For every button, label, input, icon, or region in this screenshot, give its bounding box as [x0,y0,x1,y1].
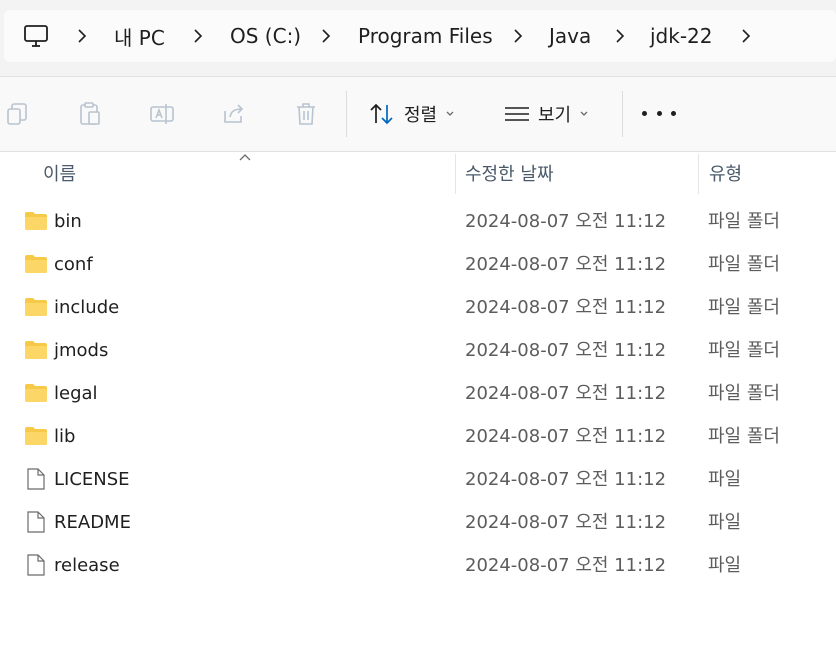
file-name: include [54,297,120,318]
file-type: 파일 폴더 [708,426,780,447]
file-name: bin [54,211,82,232]
chevron-down-icon [446,111,454,116]
command-bar: 정렬 보기 [0,76,836,152]
view-label: 보기 [538,105,572,126]
chevron-right-icon[interactable] [190,28,206,44]
breadcrumb-label: Program Files [358,24,493,48]
breadcrumb-item-os-c[interactable]: OS (C:) [230,10,301,62]
chevron-right-icon[interactable] [510,28,526,44]
file-icon [27,511,45,533]
file-type: 파일 [708,469,742,490]
file-list: bin 2024-08-07 오전 11:12 파일 폴더 conf 2024-… [0,200,836,587]
column-header-name[interactable]: 이름 [43,152,76,194]
file-row[interactable]: jmods 2024-08-07 오전 11:12 파일 폴더 [0,329,836,372]
file-modified: 2024-08-07 오전 11:12 [465,340,667,361]
breadcrumb-item-jdk-22[interactable]: jdk-22 [650,10,713,62]
file-type: 파일 [708,512,742,533]
column-header-label: 유형 [709,164,743,185]
column-header-label: 이름 [43,164,77,185]
file-name: legal [54,383,98,404]
more-icon[interactable] [642,101,676,125]
file-modified: 2024-08-07 오전 11:12 [465,426,667,447]
breadcrumb-item-program-files[interactable]: Program Files [358,10,493,62]
file-row[interactable]: README 2024-08-07 오전 11:12 파일 [0,501,836,544]
toolbar-divider [346,91,347,137]
file-modified: 2024-08-07 오전 11:12 [465,383,667,404]
chevron-right-icon[interactable] [612,28,628,44]
rename-icon[interactable] [149,101,175,127]
file-modified: 2024-08-07 오전 11:12 [465,254,667,275]
chevron-right-icon[interactable] [74,28,90,44]
breadcrumb-label: jdk-22 [650,24,713,48]
breadcrumb-item-java[interactable]: Java [549,10,591,62]
file-modified: 2024-08-07 오전 11:12 [465,211,667,232]
file-type: 파일 폴더 [708,254,780,275]
sort-ascending-icon [239,154,251,161]
folder-icon [25,212,47,230]
paste-icon[interactable] [77,101,103,127]
file-type: 파일 폴더 [708,340,780,361]
chevron-right-icon[interactable] [318,28,334,44]
file-row[interactable]: lib 2024-08-07 오전 11:12 파일 폴더 [0,415,836,458]
file-modified: 2024-08-07 오전 11:12 [465,469,667,490]
file-icon [27,554,45,576]
column-divider[interactable] [455,154,456,194]
breadcrumb-item-this-pc[interactable]: 내 PC [114,10,165,62]
copy-icon[interactable] [5,101,31,127]
file-row[interactable]: release 2024-08-07 오전 11:12 파일 [0,544,836,587]
column-header-label: 수정한 날짜 [465,164,554,185]
folder-icon [25,427,47,445]
file-row[interactable]: include 2024-08-07 오전 11:12 파일 폴더 [0,286,836,329]
folder-icon [25,384,47,402]
sort-label: 정렬 [404,105,438,126]
breadcrumb-label: Java [549,24,592,48]
file-name: conf [54,254,93,275]
share-icon[interactable] [221,101,247,127]
file-row[interactable]: legal 2024-08-07 오전 11:12 파일 폴더 [0,372,836,415]
file-row[interactable]: LICENSE 2024-08-07 오전 11:12 파일 [0,458,836,501]
file-modified: 2024-08-07 오전 11:12 [465,297,667,318]
file-name: lib [54,426,76,447]
file-modified: 2024-08-07 오전 11:12 [465,555,667,576]
file-row[interactable]: bin 2024-08-07 오전 11:12 파일 폴더 [0,200,836,243]
column-header-modified[interactable]: 수정한 날짜 [465,152,554,194]
file-modified: 2024-08-07 오전 11:12 [465,512,667,533]
sort-button[interactable]: 정렬 [368,95,455,133]
file-row[interactable]: conf 2024-08-07 오전 11:12 파일 폴더 [0,243,836,286]
file-type: 파일 폴더 [708,297,780,318]
folder-icon [25,255,47,273]
column-header-type[interactable]: 유형 [709,152,742,194]
computer-icon[interactable] [22,24,52,48]
chevron-right-icon[interactable] [738,28,754,44]
file-name: jmods [54,340,109,361]
view-icon [505,107,529,121]
folder-icon [25,341,47,359]
file-type: 파일 [708,555,742,576]
file-name: release [54,555,120,576]
toolbar-divider [622,91,623,137]
view-button[interactable]: 보기 [504,95,589,133]
file-icon [27,468,45,490]
file-type: 파일 폴더 [708,211,780,232]
column-divider[interactable] [698,154,699,194]
file-name: LICENSE [54,469,130,490]
file-type: 파일 폴더 [708,383,780,404]
sort-icon [370,103,393,125]
chevron-down-icon [580,111,588,116]
address-bar-region: 내 PC OS (C:) Program Files Java jdk-22 [0,0,836,76]
breadcrumb[interactable]: 내 PC OS (C:) Program Files Java jdk-22 [4,10,836,62]
file-name: README [54,512,131,533]
folder-icon [25,298,47,316]
delete-icon[interactable] [293,101,319,127]
breadcrumb-label: 내 PC [114,25,165,50]
breadcrumb-label: OS (C:) [230,24,302,48]
